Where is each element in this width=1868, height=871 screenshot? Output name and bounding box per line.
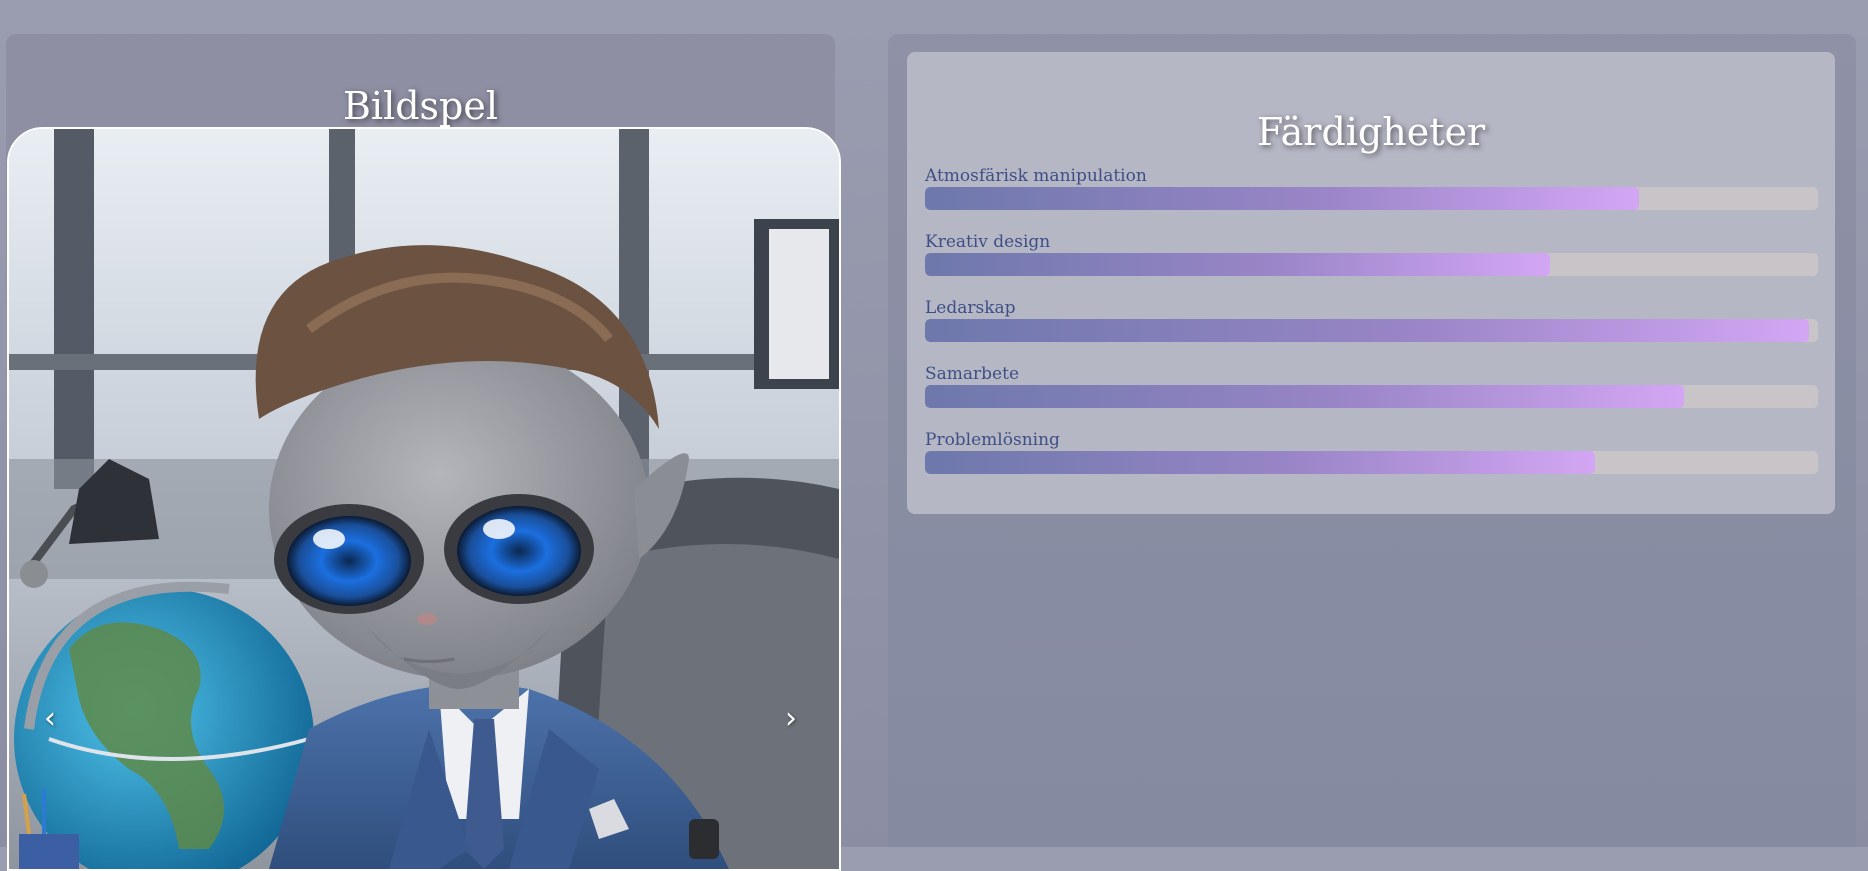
slide-image xyxy=(9,129,839,869)
next-slide-button[interactable]: › xyxy=(785,704,797,734)
skill-item: Samarbete xyxy=(925,364,1818,408)
skill-item: Problemlösning xyxy=(925,430,1818,474)
skill-label: Kreativ design xyxy=(925,232,1051,252)
skill-item: Kreativ design xyxy=(925,232,1818,276)
skill-label: Atmosfärisk manipulation xyxy=(925,166,1147,186)
skill-progress-track xyxy=(925,319,1818,342)
skill-item: Atmosfärisk manipulation xyxy=(925,166,1818,210)
skill-item: Ledarskap xyxy=(925,298,1818,342)
skills-title: Färdigheter xyxy=(1256,110,1486,154)
skill-progress-fill xyxy=(925,253,1551,276)
chevron-right-icon: › xyxy=(785,701,797,736)
skill-progress-fill xyxy=(925,451,1595,474)
skill-progress-fill xyxy=(925,187,1640,210)
skills-panel: Färdigheter Atmosfärisk manipulation Kre… xyxy=(888,34,1856,847)
skill-label: Ledarskap xyxy=(925,298,1016,318)
skill-progress-track xyxy=(925,451,1818,474)
prev-slide-button[interactable]: ‹ xyxy=(44,704,56,734)
slideshow-frame: ‹ › xyxy=(7,127,841,871)
chevron-left-icon: ‹ xyxy=(44,701,56,736)
skill-label: Samarbete xyxy=(925,364,1019,384)
skill-progress-track xyxy=(925,385,1818,408)
skill-progress-fill xyxy=(925,385,1685,408)
skill-label: Problemlösning xyxy=(925,430,1060,450)
skill-progress-track xyxy=(925,187,1818,210)
skill-progress-track xyxy=(925,253,1818,276)
slideshow-title: Bildspel xyxy=(342,84,499,128)
skill-progress-fill xyxy=(925,319,1810,342)
skills-card: Färdigheter Atmosfärisk manipulation Kre… xyxy=(907,52,1835,514)
